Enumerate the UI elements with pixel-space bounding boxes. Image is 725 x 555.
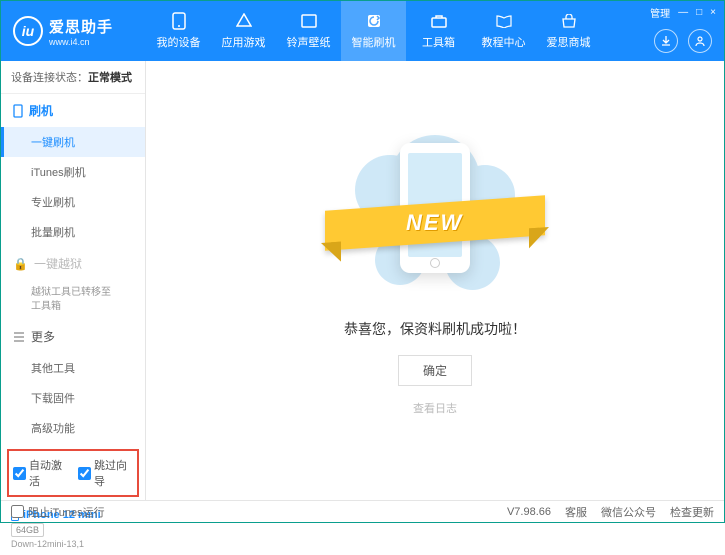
wechat-link[interactable]: 微信公众号 bbox=[601, 504, 656, 520]
download-icon[interactable] bbox=[654, 29, 678, 53]
nav-store[interactable]: 爱思商城 bbox=[536, 1, 601, 61]
maximize-button[interactable]: □ bbox=[696, 7, 702, 18]
brand-name: 爱思助手 bbox=[49, 16, 113, 37]
sidebar-item-pro[interactable]: 专业刷机 bbox=[1, 187, 145, 217]
service-link[interactable]: 客服 bbox=[565, 504, 587, 520]
wallpaper-icon bbox=[300, 12, 318, 30]
brand-url: www.i4.cn bbox=[49, 37, 113, 47]
update-link[interactable]: 检查更新 bbox=[670, 504, 714, 520]
ribbon-text: NEW bbox=[406, 210, 463, 236]
app-header: iu 爱思助手 www.i4.cn 我的设备 应用游戏 铃声壁纸 智能刷机 工具… bbox=[1, 1, 724, 61]
logo-icon: iu bbox=[13, 16, 43, 46]
window-controls: 管理 — □ × bbox=[650, 5, 716, 20]
nav-ringtones[interactable]: 铃声壁纸 bbox=[276, 1, 341, 61]
auto-activate-checkbox[interactable]: 自动激活 bbox=[13, 457, 68, 489]
view-log-link[interactable]: 查看日志 bbox=[413, 400, 457, 416]
skip-guide-checkbox[interactable]: 跳过向导 bbox=[78, 457, 133, 489]
store-icon bbox=[560, 12, 578, 30]
toolbox-icon bbox=[430, 12, 448, 30]
block-itunes-checkbox[interactable]: 阻止iTunes运行 bbox=[11, 504, 105, 520]
storage-badge: 64GB bbox=[11, 523, 44, 537]
sidebar-item-download-fw[interactable]: 下载固件 bbox=[1, 383, 145, 413]
nav-tutorials[interactable]: 教程中心 bbox=[471, 1, 536, 61]
sidebar-item-advanced[interactable]: 高级功能 bbox=[1, 413, 145, 443]
menu-icon bbox=[13, 332, 25, 342]
jailbreak-note: 越狱工具已转移至工具箱 bbox=[1, 280, 145, 320]
ok-button[interactable]: 确定 bbox=[398, 355, 472, 386]
book-icon bbox=[495, 12, 513, 30]
apps-icon bbox=[235, 12, 253, 30]
sidebar-more-head[interactable]: 更多 bbox=[1, 320, 145, 353]
success-message: 恭喜您，保资料刷机成功啦！ bbox=[344, 319, 526, 339]
main-content: NEW 恭喜您，保资料刷机成功啦！ 确定 查看日志 bbox=[146, 61, 724, 500]
close-button[interactable]: × bbox=[710, 7, 716, 18]
minimize-button[interactable]: — bbox=[678, 7, 688, 18]
success-illustration: NEW bbox=[345, 125, 525, 295]
logo: iu 爱思助手 www.i4.cn bbox=[1, 16, 146, 47]
sidebar-item-oneclick[interactable]: 一键刷机 bbox=[1, 127, 145, 157]
nav-apps[interactable]: 应用游戏 bbox=[211, 1, 276, 61]
sidebar-item-othertools[interactable]: 其他工具 bbox=[1, 353, 145, 383]
device-model: Down-12mini-13,1 bbox=[11, 539, 135, 549]
sidebar-jailbreak[interactable]: 🔒 一键越狱 bbox=[1, 247, 145, 280]
user-icon[interactable] bbox=[688, 29, 712, 53]
refresh-icon bbox=[365, 12, 383, 30]
nav-my-device[interactable]: 我的设备 bbox=[146, 1, 211, 61]
sidebar-flash-head[interactable]: 刷机 bbox=[1, 94, 145, 127]
sidebar: 设备连接状态：正常模式 刷机 一键刷机 iTunes刷机 专业刷机 批量刷机 🔒… bbox=[1, 61, 146, 500]
sidebar-item-itunes[interactable]: iTunes刷机 bbox=[1, 157, 145, 187]
nav-flash[interactable]: 智能刷机 bbox=[341, 1, 406, 61]
nav-toolbox[interactable]: 工具箱 bbox=[406, 1, 471, 61]
options-box: 自动激活 跳过向导 bbox=[7, 449, 139, 497]
lock-icon: 🔒 bbox=[13, 257, 28, 271]
device-icon bbox=[170, 12, 188, 30]
sidebar-item-batch[interactable]: 批量刷机 bbox=[1, 217, 145, 247]
connection-status: 设备连接状态：正常模式 bbox=[1, 61, 145, 94]
version-label: V7.98.66 bbox=[507, 506, 551, 518]
main-nav: 我的设备 应用游戏 铃声壁纸 智能刷机 工具箱 教程中心 爱思商城 bbox=[146, 1, 601, 61]
phone-icon bbox=[13, 104, 23, 118]
manage-button[interactable]: 管理 bbox=[650, 5, 670, 20]
